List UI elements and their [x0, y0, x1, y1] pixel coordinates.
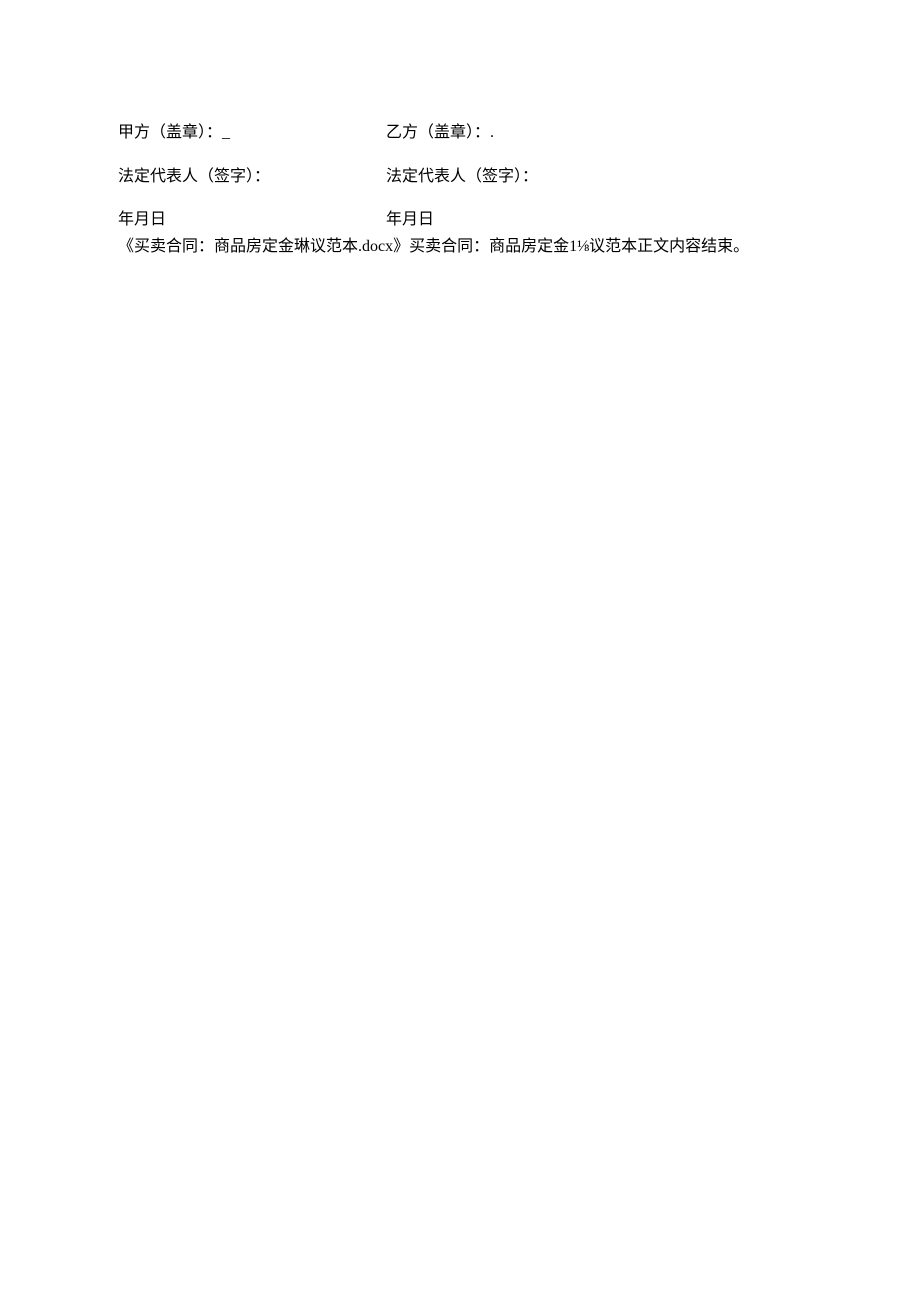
party-a-representative: 法定代表人（签字）： — [118, 164, 386, 190]
party-a-date: 年月日 — [118, 207, 386, 233]
party-b-seal: 乙方（盖章）：. — [386, 120, 802, 146]
party-b-date: 年月日 — [386, 207, 802, 233]
party-a-seal: 甲方（盖章）：_ — [118, 120, 386, 146]
seal-row: 甲方（盖章）：_ 乙方（盖章）：. — [118, 120, 802, 146]
party-b-representative: 法定代表人（签字）： — [386, 164, 802, 190]
footer-text: 《买卖合同：商品房定金琳议范本.docx》买卖合同：商品房定金1⅛议范本正文内容… — [118, 235, 802, 259]
date-row: 年月日 年月日 — [118, 207, 802, 233]
representative-row: 法定代表人（签字）： 法定代表人（签字）： — [118, 164, 802, 190]
